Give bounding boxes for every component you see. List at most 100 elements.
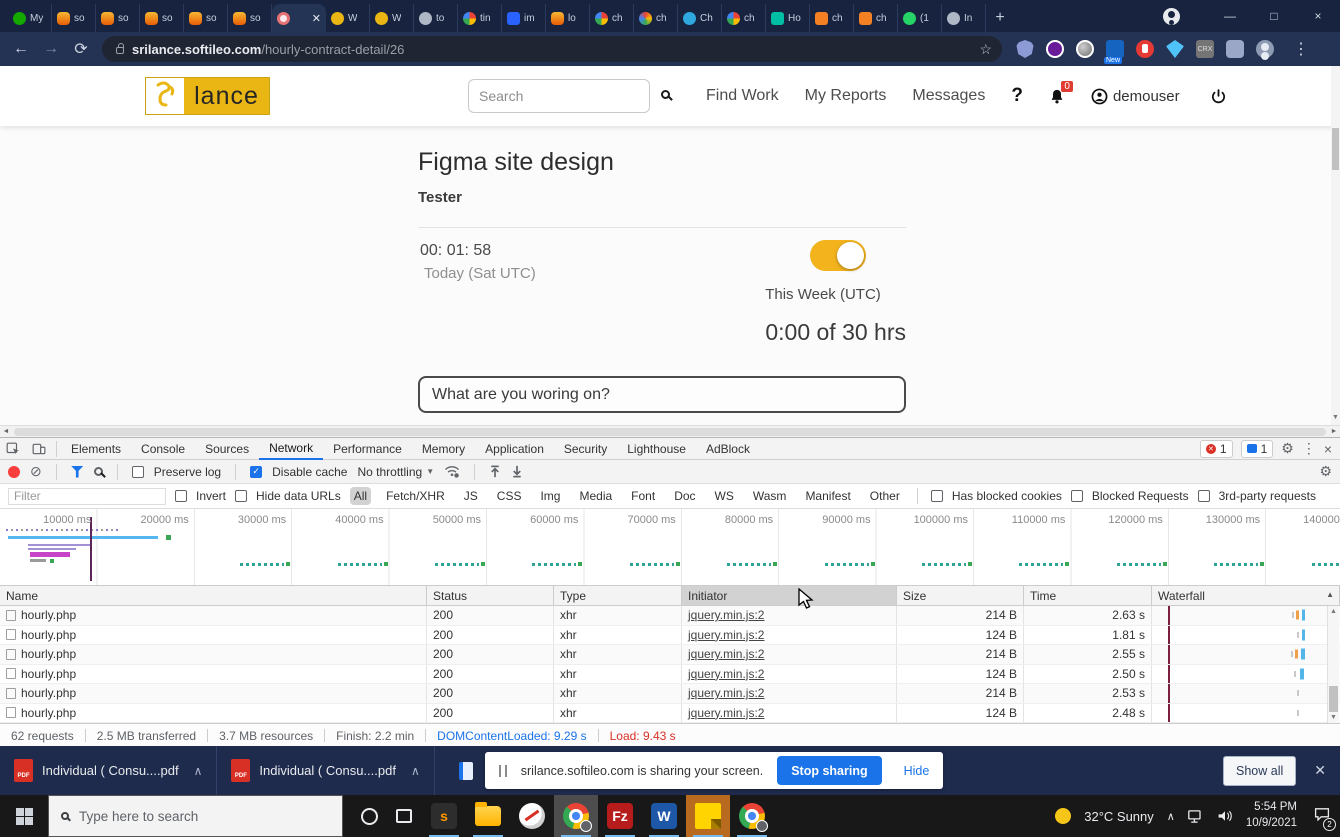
browser-tab[interactable]: to	[414, 4, 458, 32]
devtools-close-icon[interactable]: ×	[1324, 441, 1332, 457]
devtools-settings-icon[interactable]: ⚙	[1281, 440, 1294, 457]
help-icon[interactable]: ?	[1011, 85, 1023, 107]
cell-initiator-text[interactable]: jquery.min.js:2	[688, 647, 764, 661]
network-request-row[interactable]: hourly.php200xhrjquery.min.js:2124 B1.81…	[0, 626, 1340, 646]
devtools-tab-sources[interactable]: Sources	[195, 438, 259, 460]
devtools-tab-performance[interactable]: Performance	[323, 438, 412, 460]
scroll-down-arrow[interactable]: ▼	[1332, 414, 1339, 421]
error-counter[interactable]: ✕1	[1200, 440, 1233, 458]
devtools-tab-elements[interactable]: Elements	[61, 438, 131, 460]
column-header-waterfall[interactable]: Waterfall	[1152, 586, 1340, 605]
purple-extension-icon[interactable]	[1046, 40, 1064, 58]
browser-tab[interactable]: Ch	[678, 4, 722, 32]
devtools-menu-icon[interactable]: ⋮	[1302, 440, 1316, 457]
devtools-tab-memory[interactable]: Memory	[412, 438, 475, 460]
taskbar-app-sticky-notes[interactable]	[686, 795, 730, 837]
chevron-up-icon[interactable]: ∧	[194, 764, 203, 778]
tab-close-icon[interactable]: ✕	[312, 12, 321, 25]
devtools-tab-adblock[interactable]: AdBlock	[696, 438, 760, 460]
filter-type-img[interactable]: Img	[536, 487, 564, 505]
tray-overflow-icon[interactable]: ∧	[1167, 810, 1175, 823]
taskbar-search[interactable]	[48, 795, 343, 837]
browser-tab[interactable]: lo	[546, 4, 590, 32]
browser-menu-icon[interactable]: ⋮	[1286, 39, 1316, 59]
disable-cache-checkbox[interactable]	[250, 466, 262, 478]
export-har-icon[interactable]	[511, 465, 523, 478]
network-overview-timeline[interactable]: 10000 ms20000 ms30000 ms40000 ms50000 ms…	[0, 509, 1340, 586]
browser-tab[interactable]: ✕	[272, 4, 326, 32]
devtools-tab-security[interactable]: Security	[554, 438, 617, 460]
reload-icon[interactable]: ⟳	[66, 39, 96, 59]
column-header-initiator[interactable]: Initiator	[682, 586, 897, 605]
document-icon[interactable]	[459, 762, 473, 780]
device-toolbar-icon[interactable]	[26, 442, 52, 456]
task-view-icon[interactable]	[396, 809, 412, 823]
browser-tab[interactable]: ch	[810, 4, 854, 32]
browser-tab[interactable]: My	[8, 4, 52, 32]
scroll-left-arrow[interactable]: ◄	[0, 428, 12, 435]
filter-type-fetchxhr[interactable]: Fetch/XHR	[382, 487, 449, 505]
preserve-log-checkbox[interactable]	[132, 466, 144, 478]
browser-tab[interactable]: ch	[590, 4, 634, 32]
gray-extension-icon[interactable]	[1076, 40, 1094, 58]
minimize-button[interactable]: —	[1208, 0, 1252, 32]
browser-tab[interactable]: ch	[634, 4, 678, 32]
new-tab-button[interactable]: +	[986, 4, 1014, 32]
import-har-icon[interactable]	[489, 465, 501, 478]
taskbar-app-snip[interactable]	[510, 795, 554, 837]
browser-profile-icon[interactable]	[1163, 8, 1180, 25]
nav-find-work[interactable]: Find Work	[706, 87, 779, 105]
hide-data-urls-checkbox[interactable]	[235, 490, 247, 502]
network-tray-icon[interactable]	[1188, 810, 1204, 823]
logout-power-icon[interactable]	[1210, 88, 1227, 105]
network-request-row[interactable]: hourly.php200xhrjquery.min.js:2214 B2.55…	[0, 645, 1340, 665]
scroll-right-arrow[interactable]: ►	[1328, 428, 1340, 435]
cell-initiator-text[interactable]: jquery.min.js:2	[688, 667, 764, 681]
timer-toggle[interactable]	[810, 240, 866, 271]
devtools-tab-console[interactable]: Console	[131, 438, 195, 460]
start-button[interactable]	[0, 795, 48, 837]
column-header-time[interactable]: Time	[1024, 586, 1152, 605]
cell-initiator-text[interactable]: jquery.min.js:2	[688, 608, 764, 622]
clock[interactable]: 5:54 PM 10/9/2021	[1246, 800, 1297, 831]
nav-my-reports[interactable]: My Reports	[805, 87, 887, 105]
taskbar-app-explorer[interactable]	[466, 795, 510, 837]
crx-extension-icon[interactable]: CRX	[1196, 40, 1214, 58]
filter-type-wasm[interactable]: Wasm	[749, 487, 791, 505]
network-request-row[interactable]: hourly.php200xhrjquery.min.js:2124 B2.48…	[0, 704, 1340, 724]
blocked-requests-checkbox[interactable]	[1071, 490, 1083, 502]
filter-input[interactable]	[8, 488, 166, 505]
issues-counter[interactable]: 1	[1241, 440, 1274, 458]
browser-tab[interactable]: so	[228, 4, 272, 32]
column-header-status[interactable]: Status	[427, 586, 554, 605]
column-header-size[interactable]: Size	[897, 586, 1024, 605]
chevron-up-icon[interactable]: ∧	[411, 764, 420, 778]
download-item[interactable]: PDFIndividual ( Consu....pdf∧	[0, 746, 217, 795]
srilance-logo[interactable]: lance	[145, 77, 270, 115]
network-scrollbar[interactable]: ▲ ▼	[1327, 606, 1339, 723]
taskbar-app-word[interactable]: W	[642, 795, 686, 837]
browser-tab[interactable]: W	[370, 4, 414, 32]
taskbar-app-chrome-2[interactable]	[730, 795, 774, 837]
hide-button[interactable]: Hide	[904, 764, 930, 778]
action-center-icon[interactable]: 2	[1314, 807, 1330, 826]
devtools-tab-network[interactable]: Network	[259, 438, 323, 460]
nav-messages[interactable]: Messages	[912, 87, 985, 105]
bookmark-star-icon[interactable]: ☆	[979, 41, 992, 58]
site-search-input[interactable]	[468, 79, 650, 113]
column-header-name[interactable]: Name	[0, 586, 427, 605]
browser-tab[interactable]: Ho	[766, 4, 810, 32]
browser-tab[interactable]: tin	[458, 4, 502, 32]
stop-sharing-button[interactable]: Stop sharing	[777, 756, 881, 785]
browser-tab[interactable]: so	[52, 4, 96, 32]
back-icon[interactable]: ←	[6, 40, 36, 58]
address-bar[interactable]: srilance.softileo.com/hourly-contract-de…	[102, 36, 1002, 62]
horizontal-scrollbar[interactable]: ◄ ►	[0, 425, 1340, 437]
filter-type-all[interactable]: All	[350, 487, 371, 505]
taskbar-search-input[interactable]	[79, 809, 309, 824]
taskbar-app-filezilla[interactable]: Fz	[598, 795, 642, 837]
search-network-icon[interactable]	[94, 467, 103, 476]
notification-bell[interactable]: 0	[1049, 88, 1065, 105]
has-blocked-cookies-checkbox[interactable]	[931, 490, 943, 502]
forward-icon[interactable]: →	[36, 40, 66, 58]
